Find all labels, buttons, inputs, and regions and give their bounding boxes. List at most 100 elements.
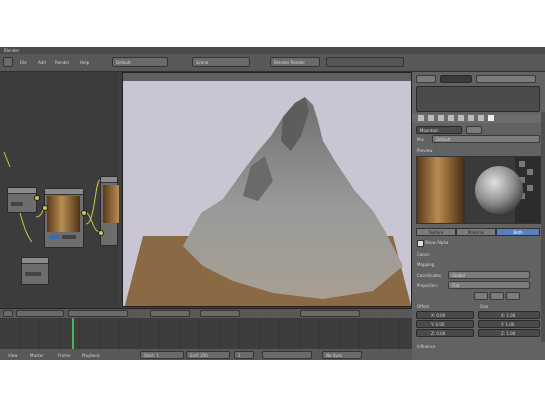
info-header: File Add Render Help Default Scene Blend… xyxy=(0,54,545,72)
size-z-field[interactable]: Z: 1.00 xyxy=(478,329,540,337)
properties-context-tabs xyxy=(412,114,545,123)
coordinates-dropdown[interactable]: Global xyxy=(448,271,530,279)
scene-value: Scene xyxy=(196,60,209,65)
node-socket[interactable] xyxy=(34,195,40,201)
world-context-icon[interactable] xyxy=(438,115,444,121)
playhead[interactable] xyxy=(72,318,74,349)
menu-item-add[interactable]: Add xyxy=(38,60,46,65)
node-mix[interactable] xyxy=(21,257,49,285)
offset-x-value: X: 0.00 xyxy=(431,313,446,318)
projection-dropdown[interactable]: Flat xyxy=(448,281,530,289)
timeline-editor[interactable]: View Marker Frame Playback Start: 1 End:… xyxy=(0,308,412,360)
show-alpha-checkbox[interactable] xyxy=(417,240,424,247)
tab-texture-preview[interactable]: Texture xyxy=(416,228,456,236)
timeline-menu-playback[interactable]: Playback xyxy=(82,353,100,358)
start-frame-field[interactable]: Start: 1 xyxy=(140,351,184,359)
node-editor[interactable] xyxy=(0,72,119,307)
mapping-panel-label[interactable]: Mapping xyxy=(417,262,434,267)
timeline-menu-marker[interactable]: Marker xyxy=(30,353,44,358)
timeline-menu-frame[interactable]: Frame xyxy=(58,353,70,358)
coordinates-label: Coordinates: xyxy=(417,273,443,278)
size-x-field[interactable]: X: 1.00 xyxy=(478,311,540,319)
menu-item-help[interactable]: Help xyxy=(80,60,89,65)
node-socket[interactable] xyxy=(98,230,104,236)
context-field[interactable] xyxy=(440,75,472,83)
node-output[interactable] xyxy=(100,176,119,246)
coordinates-value: Global xyxy=(452,273,465,278)
layout-selector[interactable]: Default xyxy=(112,57,168,67)
end-frame-value: End: 250 xyxy=(190,353,208,358)
search-field[interactable] xyxy=(476,75,536,83)
material-users-button[interactable] xyxy=(466,126,482,134)
offset-y-field[interactable]: Y: 0.00 xyxy=(416,320,474,328)
node-socket[interactable] xyxy=(81,210,87,216)
sync-mode-value: No Sync xyxy=(326,353,343,358)
node-texture[interactable] xyxy=(7,187,37,213)
show-alpha-label: Show Alpha xyxy=(425,240,449,245)
node-field[interactable] xyxy=(11,202,23,206)
node-header xyxy=(101,177,117,183)
node-header xyxy=(8,188,36,194)
offset-z-field[interactable]: Z: 0.00 xyxy=(416,329,474,337)
material-name-field[interactable]: Mountain xyxy=(416,126,462,134)
node-socket[interactable] xyxy=(42,205,48,211)
material-name: Mountain xyxy=(420,128,439,133)
scene-selector[interactable]: Scene xyxy=(192,57,250,67)
node-preview-image xyxy=(47,196,80,232)
colors-panel-label[interactable]: Colors xyxy=(417,252,430,257)
timeline-footer: View Marker Frame Playback Start: 1 End:… xyxy=(0,349,412,360)
size-x-value: X: 1.00 xyxy=(501,313,516,318)
playback-controls[interactable] xyxy=(262,351,312,359)
scene-context-icon[interactable] xyxy=(428,115,434,121)
editor-type-icon[interactable] xyxy=(3,57,13,67)
timeline-menu-view[interactable]: View xyxy=(8,353,18,358)
tab-material-preview[interactable]: Material xyxy=(456,228,496,236)
sync-mode-dropdown[interactable]: No Sync xyxy=(322,351,362,359)
node-field[interactable] xyxy=(62,235,76,239)
modifier-context-icon[interactable] xyxy=(458,115,464,121)
node-header xyxy=(45,189,83,195)
properties-scrollbar[interactable] xyxy=(541,112,545,342)
material-context-icon[interactable] xyxy=(478,115,484,121)
tab-both-preview[interactable]: Both xyxy=(496,228,540,236)
3d-viewport[interactable] xyxy=(122,72,412,307)
editor-type-icon[interactable] xyxy=(3,310,13,317)
node-field[interactable] xyxy=(49,235,59,239)
size-label: Size xyxy=(480,304,489,309)
material-preview xyxy=(464,156,542,224)
render-engine-selector[interactable]: Blender Render xyxy=(270,57,320,67)
keying-set-dropdown[interactable] xyxy=(200,310,240,317)
texture-slot-list[interactable] xyxy=(416,86,540,112)
offset-x-field[interactable]: X: 0.00 xyxy=(416,311,474,319)
influence-panel-label[interactable]: Influence xyxy=(417,344,435,349)
axis-x-button[interactable] xyxy=(474,292,488,300)
size-y-field[interactable]: Y: 1.00 xyxy=(478,320,540,328)
mix-label: Mix xyxy=(417,137,424,142)
surface-dropdown[interactable]: Default xyxy=(432,135,540,143)
timeline-track[interactable] xyxy=(0,318,412,349)
properties-header-button[interactable] xyxy=(416,75,436,83)
menu-item-file[interactable]: File xyxy=(20,60,27,65)
window-title: Blender xyxy=(4,48,20,53)
channel-filter[interactable] xyxy=(150,310,190,317)
render-context-icon[interactable] xyxy=(418,115,424,121)
menu-item-render[interactable]: Render xyxy=(55,60,69,65)
current-frame-field[interactable]: 1 xyxy=(234,351,254,359)
node-field[interactable] xyxy=(25,272,41,276)
axis-y-button[interactable] xyxy=(490,292,504,300)
node-material-preview[interactable] xyxy=(44,188,84,248)
size-z-value: Z: 1.00 xyxy=(501,331,516,336)
terrain-render xyxy=(124,97,411,306)
offset-y-value: Y: 0.00 xyxy=(431,322,445,327)
timeline-header xyxy=(0,309,412,318)
graph-view-toggle[interactable] xyxy=(16,310,64,317)
texture-context-icon[interactable] xyxy=(488,115,494,121)
data-context-icon[interactable] xyxy=(468,115,474,121)
object-context-icon[interactable] xyxy=(448,115,454,121)
timeline-snap-dropdown[interactable] xyxy=(300,310,360,317)
keying-set-field[interactable] xyxy=(68,310,128,317)
axis-z-button[interactable] xyxy=(506,292,520,300)
offset-z-value: Z: 0.00 xyxy=(431,331,446,336)
preview-panel-label: Preview xyxy=(417,148,433,153)
end-frame-field[interactable]: End: 250 xyxy=(186,351,230,359)
